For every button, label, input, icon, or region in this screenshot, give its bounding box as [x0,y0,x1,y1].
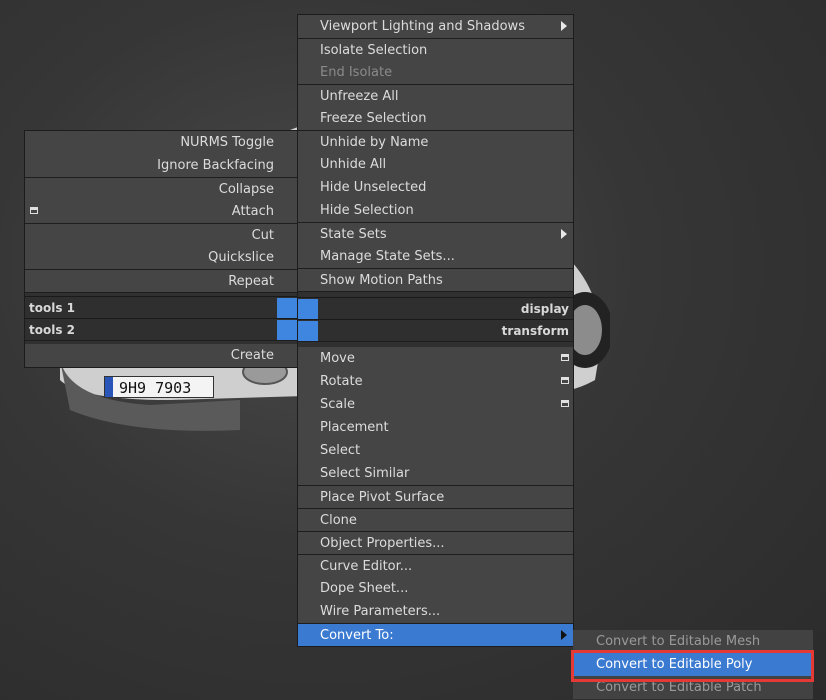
menu-item-convert-to[interactable]: Convert To: [298,623,573,646]
quad-label-display[interactable]: display [298,297,573,319]
menu-item-label: Hide Selection [320,203,414,218]
menu-item-wire-parameters[interactable]: Wire Parameters... [298,600,573,623]
menu-item-label: Select Similar [320,466,410,481]
menu-item-placement[interactable]: Placement [298,416,573,439]
menu-item-label: Unfreeze All [320,89,399,104]
menu-item-label: Convert To: [320,628,394,643]
submenu-arrow-icon [561,229,567,239]
license-plate-text: 9H9 7903 [119,379,192,397]
menu-item-isolate-selection[interactable]: Isolate Selection [298,38,573,61]
menu-item-end-isolate: End Isolate [298,61,573,84]
menu-item-label: Rotate [320,374,363,389]
menu-item-hide-selection[interactable]: Hide Selection [298,199,573,222]
menu-item-create[interactable]: Create [25,344,297,367]
menu-item-manage-state-sets[interactable]: Manage State Sets... [298,245,573,268]
menu-item-label: Scale [320,397,355,412]
quad-label-tools1[interactable]: tools 1 [25,296,297,318]
menu-item-scale[interactable]: Scale [298,393,573,416]
menu-item-label: Isolate Selection [320,43,428,58]
menu-item-label: Move [320,351,355,366]
menu-item-unhide-all[interactable]: Unhide All [298,153,573,176]
menu-item-select-similar[interactable]: Select Similar [298,462,573,485]
menu-item-dope-sheet[interactable]: Dope Sheet... [298,577,573,600]
menu-item-label: NURMS Toggle [180,135,274,150]
menu-item-label: Collapse [218,182,274,197]
menu-item-label: Object Properties... [320,536,445,551]
menu-item-label: Select [320,443,361,458]
menu-item-curve-editor[interactable]: Curve Editor... [298,554,573,577]
menu-item-label: Viewport Lighting and Shadows [320,19,525,34]
menu-item-label: Placement [320,420,389,435]
menu-item-show-motion-paths[interactable]: Show Motion Paths [298,268,573,291]
menu-item-label: Cut [251,228,274,243]
menu-item-move[interactable]: Move [298,347,573,370]
menu-item-unfreeze-all[interactable]: Unfreeze All [298,84,573,107]
menu-item-object-properties[interactable]: Object Properties... [298,531,573,554]
menu-item-label: Hide Unselected [320,180,427,195]
menu-item-label: Convert to Editable Mesh [596,634,761,649]
menu-item-select[interactable]: Select [298,439,573,462]
menu-item-hide-unselected[interactable]: Hide Unselected [298,176,573,199]
quad-label-text: transform [501,324,569,338]
menu-item-label: Repeat [228,274,274,289]
license-plate: 9H9 7903 [104,376,214,398]
menu-item-collapse[interactable]: Collapse [25,177,297,200]
settings-icon[interactable] [561,354,569,361]
menu-item-label: Show Motion Paths [320,273,443,288]
menu-item-place-pivot-surface[interactable]: Place Pivot Surface [298,485,573,508]
menu-item-label: Quickslice [208,250,274,265]
quad-square-icon [298,321,318,341]
menu-item-unhide-by-name[interactable]: Unhide by Name [298,130,573,153]
menu-item-label: Unhide All [320,157,387,172]
menu-item-repeat[interactable]: Repeat [25,269,297,292]
settings-icon[interactable] [561,400,569,407]
quad-label-transform[interactable]: transform [298,319,573,341]
quad-label-tools2[interactable]: tools 2 [25,318,297,340]
settings-icon[interactable] [561,377,569,384]
quad-label-text: tools 2 [29,323,76,337]
menu-item-nurms-toggle[interactable]: NURMS Toggle [25,131,297,154]
menu-item-cut[interactable]: Cut [25,223,297,246]
menu-item-label: State Sets [320,227,387,242]
menu-item-label: Curve Editor... [320,559,413,574]
menu-item-label: Wire Parameters... [320,604,441,619]
quad-menu-left: NURMS Toggle Ignore Backfacing Collapse … [24,130,298,368]
submenu-arrow-icon [561,21,567,31]
settings-icon[interactable] [30,207,38,214]
quad-square-icon [277,320,297,340]
menu-item-label: Freeze Selection [320,111,427,126]
menu-item-label: Manage State Sets... [320,249,455,264]
menu-item-label: End Isolate [320,65,393,80]
menu-item-label: Create [230,348,274,363]
quad-square-icon [277,298,297,318]
menu-item-attach[interactable]: Attach [25,200,297,223]
menu-item-freeze-selection[interactable]: Freeze Selection [298,107,573,130]
submenu-arrow-icon [561,630,567,640]
menu-item-label: Dope Sheet... [320,581,409,596]
menu-item-label: Unhide by Name [320,135,429,150]
menu-item-viewport-lighting[interactable]: Viewport Lighting and Shadows [298,15,573,38]
menu-item-label: Convert to Editable Patch [596,680,762,695]
menu-item-ignore-backfacing[interactable]: Ignore Backfacing [25,154,297,177]
menu-item-rotate[interactable]: Rotate [298,370,573,393]
menu-item-label: Clone [320,513,357,528]
quad-menu-right: Viewport Lighting and Shadows Isolate Se… [297,14,574,647]
menu-item-label: Ignore Backfacing [157,158,274,173]
highlight-callout-box [571,650,814,682]
menu-item-state-sets[interactable]: State Sets [298,222,573,245]
quad-label-text: tools 1 [29,301,76,315]
quad-square-icon [298,299,318,319]
menu-item-label: Attach [231,204,274,219]
menu-item-quickslice[interactable]: Quickslice [25,246,297,269]
menu-item-clone[interactable]: Clone [298,508,573,531]
quad-label-text: display [520,302,569,316]
menu-item-label: Place Pivot Surface [320,490,445,505]
